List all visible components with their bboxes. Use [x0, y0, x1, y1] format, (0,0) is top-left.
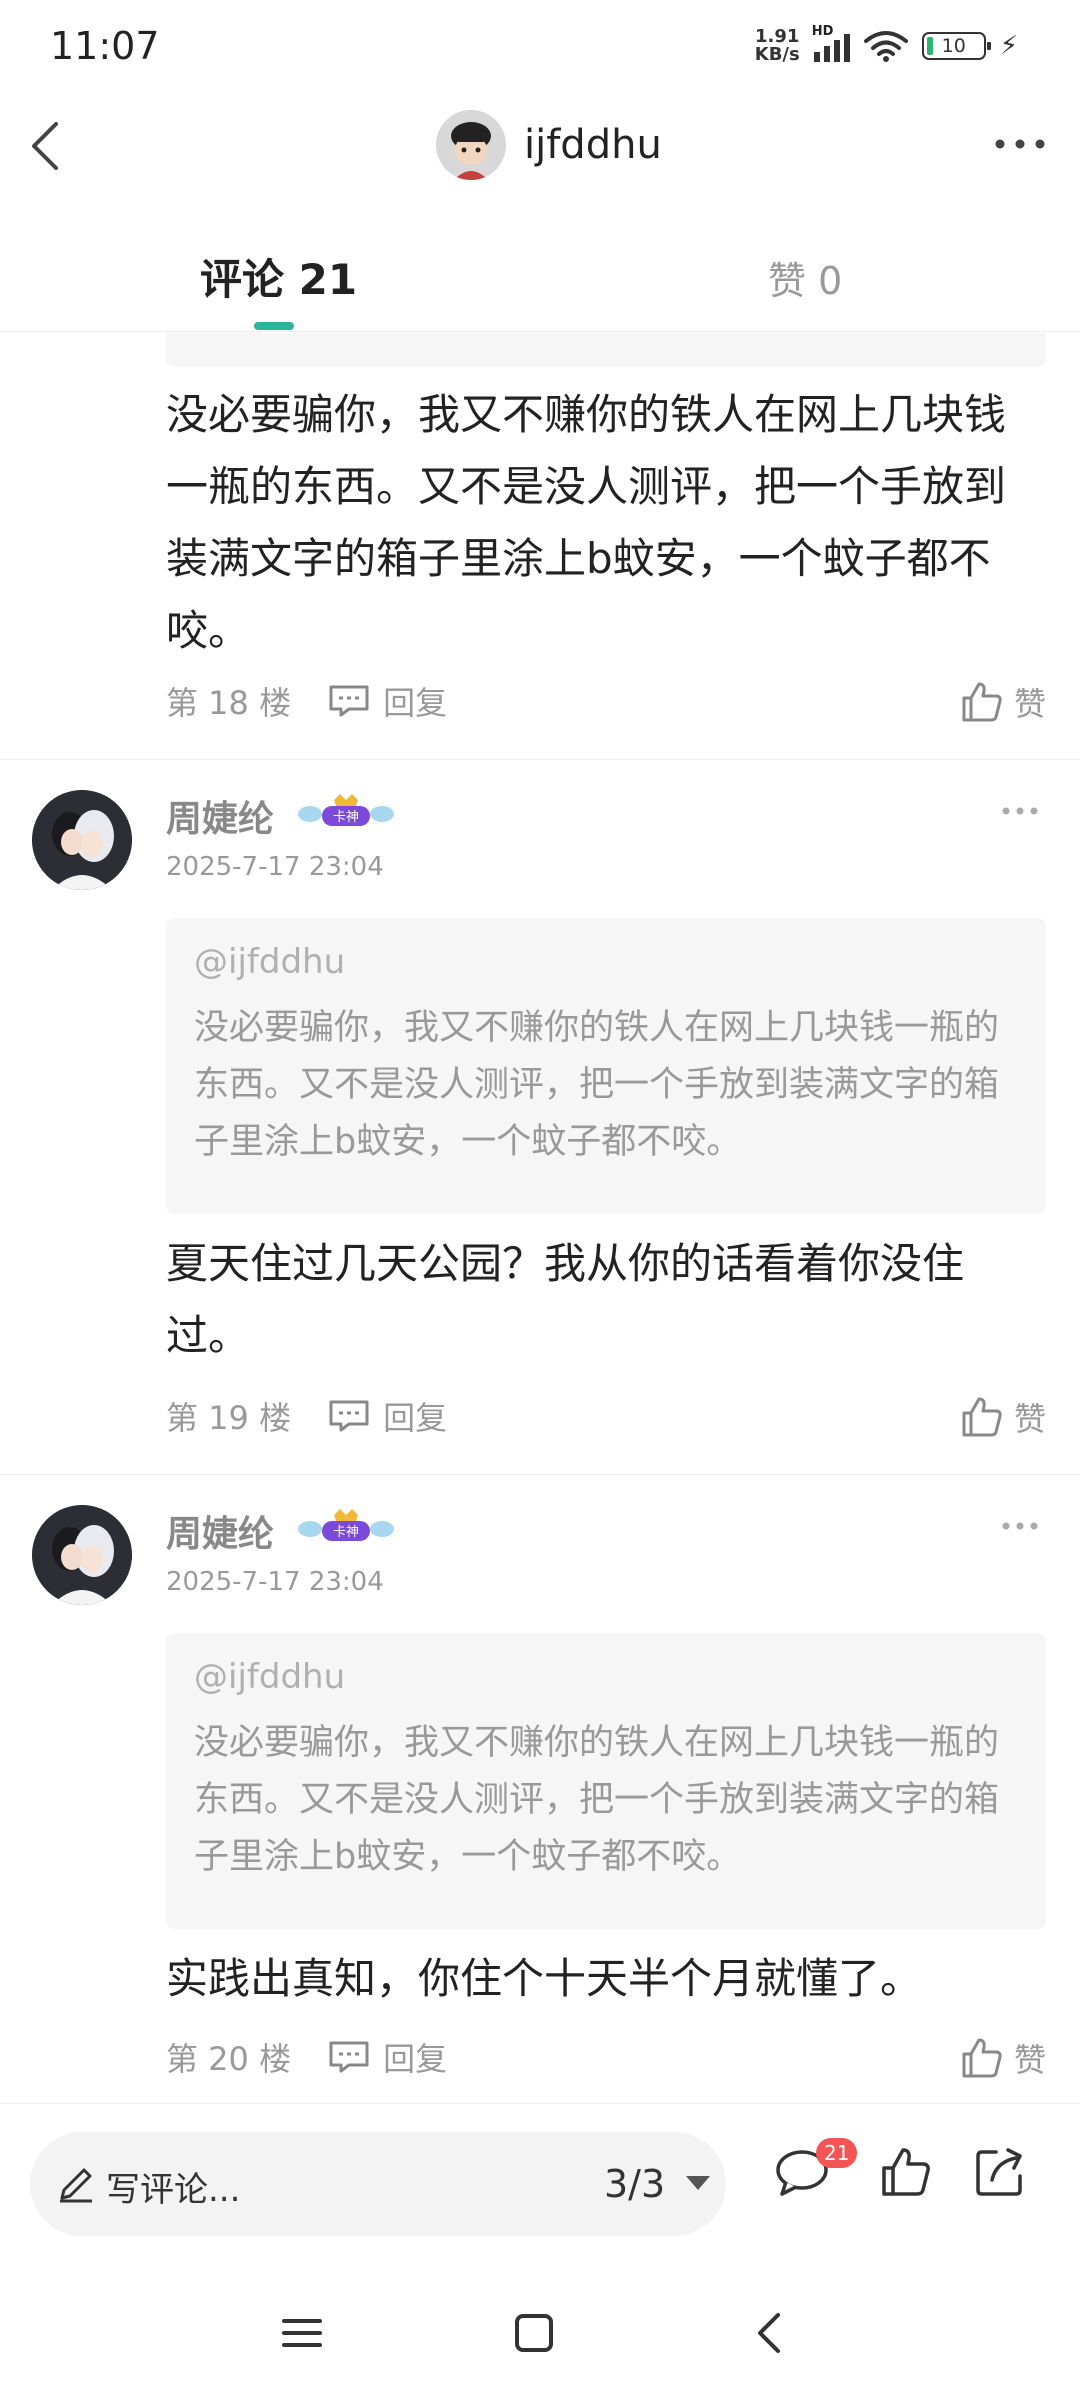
reply-label: 回复: [383, 1399, 448, 1437]
caret-down-icon[interactable]: [686, 2176, 710, 2190]
reply-button[interactable]: 回复: [327, 1393, 447, 1439]
comment-item: 周婕纶 卡神 2025-7-17 23:04 @ijfddhu 没必要骗你，我又…: [0, 1475, 1080, 2103]
comment-item: 没必要骗你，我又不赚你的铁人在网上几块钱一瓶的东西。又不是没人测评，把一个手放到…: [0, 333, 1080, 760]
comment-text: 实践出真知，你住个十天半个月就懂了。: [166, 1954, 923, 2003]
write-comment-input[interactable]: 写评论... 3/3: [30, 2132, 726, 2236]
like-label: 赞: [1013, 2041, 1046, 2079]
comment-footer: 第 20 楼 回复 赞: [166, 2035, 1046, 2079]
header: ijfddhu: [0, 96, 1080, 196]
network-speed: 1.91 KB/s: [755, 28, 800, 64]
reply-button[interactable]: 回复: [327, 678, 447, 724]
network-type-label: HD: [811, 24, 834, 39]
comment-item: 周婕纶 卡神 2025-7-17 23:04 @ijfddhu 没必要骗你，我又…: [0, 760, 1080, 1475]
user-badge: 卡神: [298, 794, 394, 826]
back-icon[interactable]: [740, 2303, 800, 2363]
quoted-user: @ijfddhu: [194, 1657, 346, 1697]
user-badge: 卡神: [298, 1509, 394, 1541]
commenter-name[interactable]: 周婕纶: [166, 1505, 274, 1557]
tab-bar: 评论 21 赞 0: [0, 230, 1080, 332]
thumbs-up-icon[interactable]: [876, 2142, 936, 2202]
tab-likes[interactable]: 赞 0: [768, 250, 842, 305]
comment-list: 没必要骗你，我又不赚你的铁人在网上几块钱一瓶的东西。又不是没人测评，把一个手放到…: [0, 333, 1080, 2103]
like-button[interactable]: 赞: [960, 2035, 1046, 2081]
status-indicators: 1.91 KB/s HD 10 ⚡: [755, 24, 1018, 64]
like-label: 赞: [1013, 685, 1046, 723]
badge-label: 卡神: [333, 1525, 359, 1540]
avatar[interactable]: [32, 1505, 132, 1605]
like-button[interactable]: 赞: [960, 679, 1046, 725]
floor-number: 第 18 楼: [166, 684, 292, 722]
battery-icon: 10: [921, 32, 991, 60]
badge-label: 卡神: [333, 810, 359, 825]
quote-box: @ijfddhu 没必要骗你，我又不赚你的铁人在网上几块钱一瓶的东西。又不是没人…: [166, 918, 1046, 1214]
write-comment-placeholder: 写评论...: [106, 2170, 241, 2210]
home-icon[interactable]: [504, 2303, 564, 2363]
tab-active-indicator: [254, 322, 294, 330]
menu-icon[interactable]: [272, 2303, 332, 2363]
wifi-icon: [863, 31, 908, 62]
page-selector[interactable]: 3/3: [604, 2162, 665, 2206]
like-button[interactable]: 赞: [960, 1394, 1046, 1440]
quoted-user: @ijfddhu: [194, 942, 346, 982]
tab-comments[interactable]: 评论 21: [200, 246, 357, 307]
pencil-icon: [60, 2168, 92, 2203]
comment-count-badge: 21: [816, 2138, 858, 2168]
more-options-button[interactable]: [990, 124, 1050, 164]
header-user[interactable]: ijfddhu: [436, 110, 662, 180]
like-label: 赞: [1013, 1400, 1046, 1438]
commenter-name[interactable]: 周婕纶: [166, 790, 274, 842]
system-navigation-bar: [0, 2263, 1080, 2400]
comment-more-icon[interactable]: [1000, 1519, 1040, 1533]
share-icon[interactable]: [970, 2142, 1030, 2202]
charging-icon: ⚡: [999, 31, 1018, 61]
avatar[interactable]: [436, 110, 506, 180]
reply-icon: [329, 1400, 369, 1432]
comment-more-icon[interactable]: [1000, 804, 1040, 818]
back-button[interactable]: [18, 116, 78, 176]
reply-label: 回复: [383, 2040, 448, 2078]
status-time: 11:07: [50, 24, 160, 68]
quoted-text: 没必要骗你，我又不赚你的铁人在网上几块钱一瓶的东西。又不是没人测评，把一个手放到…: [194, 1723, 1000, 1877]
avatar[interactable]: [32, 790, 132, 890]
floor-number: 第 19 楼: [166, 1399, 292, 1437]
battery-level: 10: [941, 35, 966, 57]
comment-text: 没必要骗你，我又不赚你的铁人在网上几块钱一瓶的东西。又不是没人测评，把一个手放到…: [166, 390, 1007, 655]
bottom-action-bar: 写评论... 3/3 21: [0, 2103, 1080, 2263]
cellular-signal-icon: HD: [812, 24, 850, 62]
network-speed-unit: KB/s: [754, 44, 800, 65]
comment-footer: 第 18 楼 回复 赞: [166, 679, 1046, 723]
comment-footer: 第 19 楼 回复 赞: [166, 1394, 1046, 1438]
comment-date: 2025-7-17 23:04: [166, 852, 384, 882]
comment-date: 2025-7-17 23:04: [166, 1567, 384, 1597]
header-username[interactable]: ijfddhu: [524, 122, 662, 168]
reply-icon: [329, 2041, 369, 2073]
comment-text: 夏天住过几天公园？我从你的话看着你没住过。: [166, 1239, 965, 1360]
quote-box: @ijfddhu 没必要骗你，我又不赚你的铁人在网上几块钱一瓶的东西。又不是没人…: [166, 1633, 1046, 1929]
thumbs-up-icon: [962, 2038, 1002, 2078]
floor-number: 第 20 楼: [166, 2040, 292, 2078]
reply-icon: [329, 685, 369, 717]
status-bar: 11:07 1.91 KB/s HD 10 ⚡: [0, 0, 1080, 96]
reply-label: 回复: [383, 684, 448, 722]
thumbs-up-icon: [962, 682, 1002, 722]
reply-button[interactable]: 回复: [327, 2034, 447, 2080]
quoted-text: 没必要骗你，我又不赚你的铁人在网上几块钱一瓶的东西。又不是没人测评，把一个手放到…: [194, 1008, 1000, 1162]
thumbs-up-icon: [962, 1397, 1002, 1437]
